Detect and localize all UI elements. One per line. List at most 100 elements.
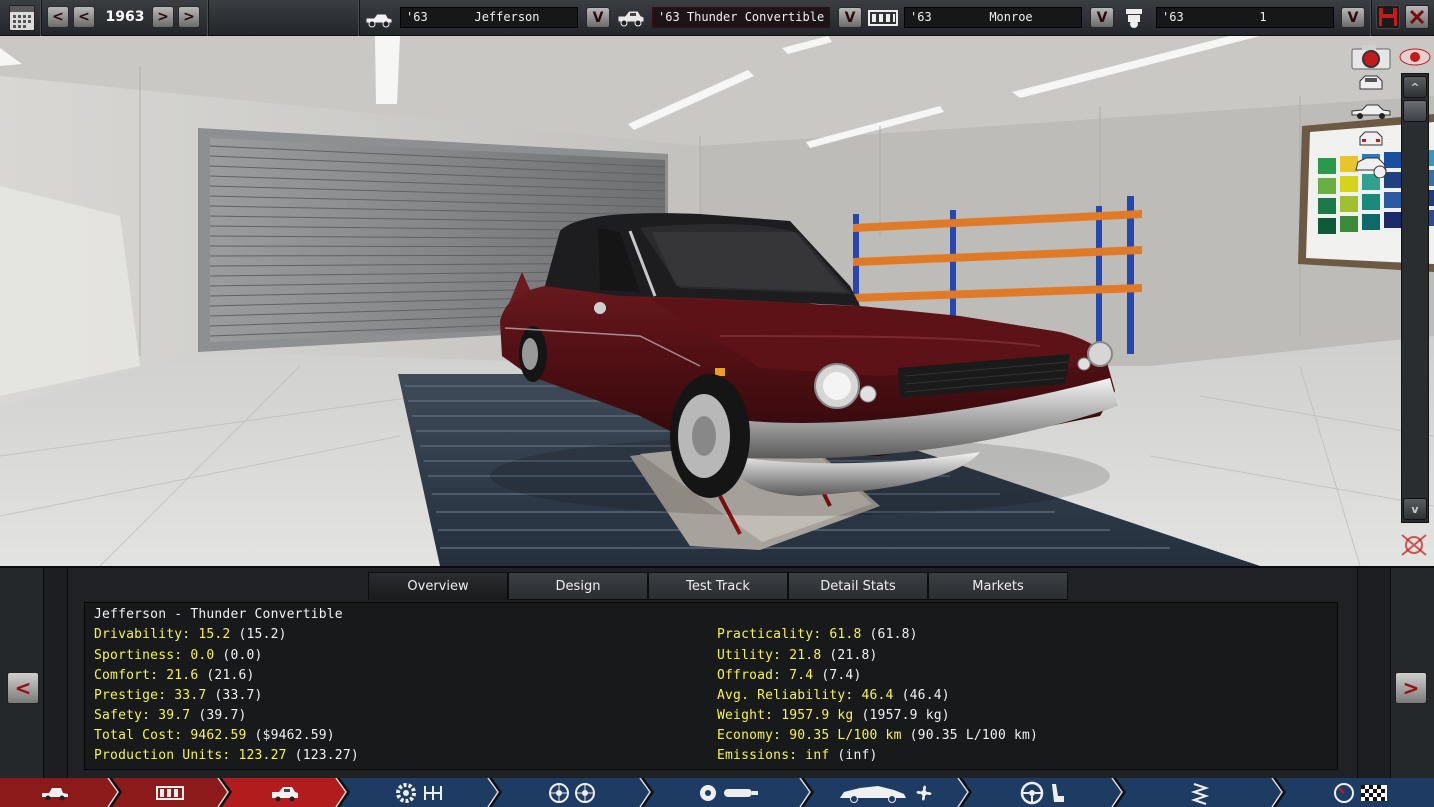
zoom-out-button[interactable]: v [1403, 498, 1427, 520]
stat-label: Offroad: 7.4 [717, 668, 814, 683]
car-model-icon [42, 787, 68, 800]
step-brakes-exhaust[interactable] [654, 778, 802, 807]
stat-value: (21.8) [821, 648, 878, 663]
stat-label: Comfort: 21.6 [94, 668, 199, 683]
car-rear-view-icon[interactable] [1356, 129, 1386, 149]
arrow-left-label: < [78, 9, 90, 25]
scroll-down-glyph: v [1411, 502, 1419, 516]
stat-weight: Weight: 1957.9 kg (1957.9 kg) [717, 708, 950, 723]
tab-design[interactable]: Design [508, 572, 648, 600]
exhaust-icon [724, 788, 758, 797]
dropdown-arrow: V [592, 9, 604, 26]
panel-right-rail-inner [1357, 568, 1390, 780]
calendar-icon[interactable] [9, 5, 35, 31]
tab-test-track[interactable]: Test Track [648, 572, 788, 600]
car-viewport[interactable]: ^ v [0, 36, 1434, 566]
engine-select[interactable]: '63 1 [1156, 7, 1334, 28]
stat-label: Emissions: inf [717, 748, 830, 763]
stat-label: Prestige: 33.7 [94, 688, 207, 703]
zoom-scrollbar[interactable] [1401, 73, 1429, 523]
reset-view-icon[interactable] [1398, 532, 1430, 558]
tab-overview[interactable]: Overview [368, 572, 508, 600]
stat-label: Total Cost: 9462.59 [94, 728, 247, 743]
trim-dropdown-button[interactable]: V [838, 7, 862, 28]
tab-label: Detail Stats [820, 578, 896, 594]
camera-icon[interactable] [1350, 44, 1392, 70]
tab-label: Design [555, 578, 601, 594]
stat-label: Weight: 1957.9 kg [717, 708, 854, 723]
car-free-view-icon[interactable] [1352, 154, 1390, 179]
sports-car-icon [840, 785, 906, 803]
gauge-icon [1334, 782, 1354, 803]
panel-next-button[interactable]: > [1395, 672, 1427, 704]
zoom-scroll-thumb[interactable] [1403, 100, 1427, 122]
step-body-aero[interactable] [814, 778, 960, 807]
checkered-flag-icon [1361, 784, 1387, 801]
gear-icon [396, 782, 416, 803]
stat-comfort: Comfort: 21.6 (21.6) [94, 668, 255, 683]
tab-markets[interactable]: Markets [928, 572, 1068, 600]
arrow-right-label: > [183, 9, 195, 25]
stat-label: Economy: 90.35 L/100 km [717, 728, 902, 743]
stat-label: Utility: 21.8 [717, 648, 822, 663]
stat-value: (15.2) [230, 627, 287, 642]
chassis-icon [868, 10, 898, 30]
brake-disc-icon [700, 784, 716, 801]
gearbox-icon [424, 785, 442, 800]
year-prev-fast-button[interactable]: < [73, 6, 95, 28]
stat-value: (0.0) [214, 648, 263, 663]
info-panel: Overview Design Test Track Detail Stats … [0, 566, 1434, 780]
stat-practicality: Practicality: 61.8 (61.8) [717, 627, 918, 642]
step-trim[interactable] [232, 778, 338, 807]
step-car-model[interactable] [0, 778, 110, 807]
stat-value: (39.7) [190, 708, 247, 723]
model-dropdown-button[interactable]: V [586, 7, 610, 28]
trim-select[interactable]: '63 Thunder Convertible [652, 7, 830, 28]
step-chassis[interactable] [120, 778, 220, 807]
stat-label: Safety: 39.7 [94, 708, 191, 723]
car-front-view-icon[interactable] [1356, 73, 1386, 93]
engine-dropdown-button[interactable]: V [1341, 7, 1365, 28]
save-icon[interactable] [1376, 5, 1400, 29]
step-interior[interactable] [972, 778, 1114, 807]
steering-wheel-icon [1020, 781, 1044, 804]
stat-avg-reliability: Avg. Reliability: 46.4 (46.4) [717, 688, 950, 703]
stat-value: (1957.9 kg) [853, 708, 950, 723]
model-select[interactable]: '63 Jefferson [400, 7, 578, 28]
engine-name: 1 [1259, 10, 1267, 24]
stat-prestige: Prestige: 33.7 (33.7) [94, 688, 263, 703]
wheel-icon [575, 782, 595, 803]
garage-scene [0, 36, 1434, 566]
stat-value: (inf) [829, 748, 878, 763]
year-next-fast-button[interactable]: > [178, 6, 200, 28]
panel-prev-button[interactable]: < [7, 672, 39, 704]
stat-value: ($9462.59) [246, 728, 335, 743]
tab-label: Test Track [686, 578, 750, 594]
chassis-dropdown-button[interactable]: V [1090, 7, 1114, 28]
overview-stats: Jefferson - Thunder Convertible Drivabil… [84, 602, 1338, 770]
step-suspension[interactable] [1126, 778, 1274, 807]
step-test-finish[interactable] [1288, 778, 1434, 807]
stat-safety: Safety: 39.7 (39.7) [94, 708, 247, 723]
chassis-year: '63 [910, 10, 932, 24]
chassis-select[interactable]: '63 Monroe [904, 7, 1082, 28]
car-side-view-icon[interactable] [1350, 102, 1392, 120]
tab-detail-stats[interactable]: Detail Stats [788, 572, 928, 600]
stat-value: (123.27) [286, 748, 359, 763]
engine-icon [1124, 7, 1144, 33]
stat-total-cost: Total Cost: 9462.59 ($9462.59) [94, 728, 335, 743]
step-engine[interactable] [350, 778, 490, 807]
stat-label: Practicality: 61.8 [717, 627, 862, 642]
zoom-in-button[interactable]: ^ [1403, 76, 1427, 98]
stat-offroad: Offroad: 7.4 (7.4) [717, 668, 862, 683]
engine-year: '63 [1162, 10, 1184, 24]
step-wheels[interactable] [502, 778, 642, 807]
stat-production-units: Production Units: 123.27 (123.27) [94, 748, 359, 763]
panel-left-rail-inner [44, 568, 68, 780]
eye-icon[interactable] [1398, 46, 1432, 68]
close-icon[interactable] [1405, 5, 1429, 29]
year-prev-button[interactable]: < [47, 6, 69, 28]
stat-label: Sportiness: 0.0 [94, 648, 215, 663]
stat-value: (7.4) [813, 668, 862, 683]
year-next-button[interactable]: > [152, 6, 174, 28]
